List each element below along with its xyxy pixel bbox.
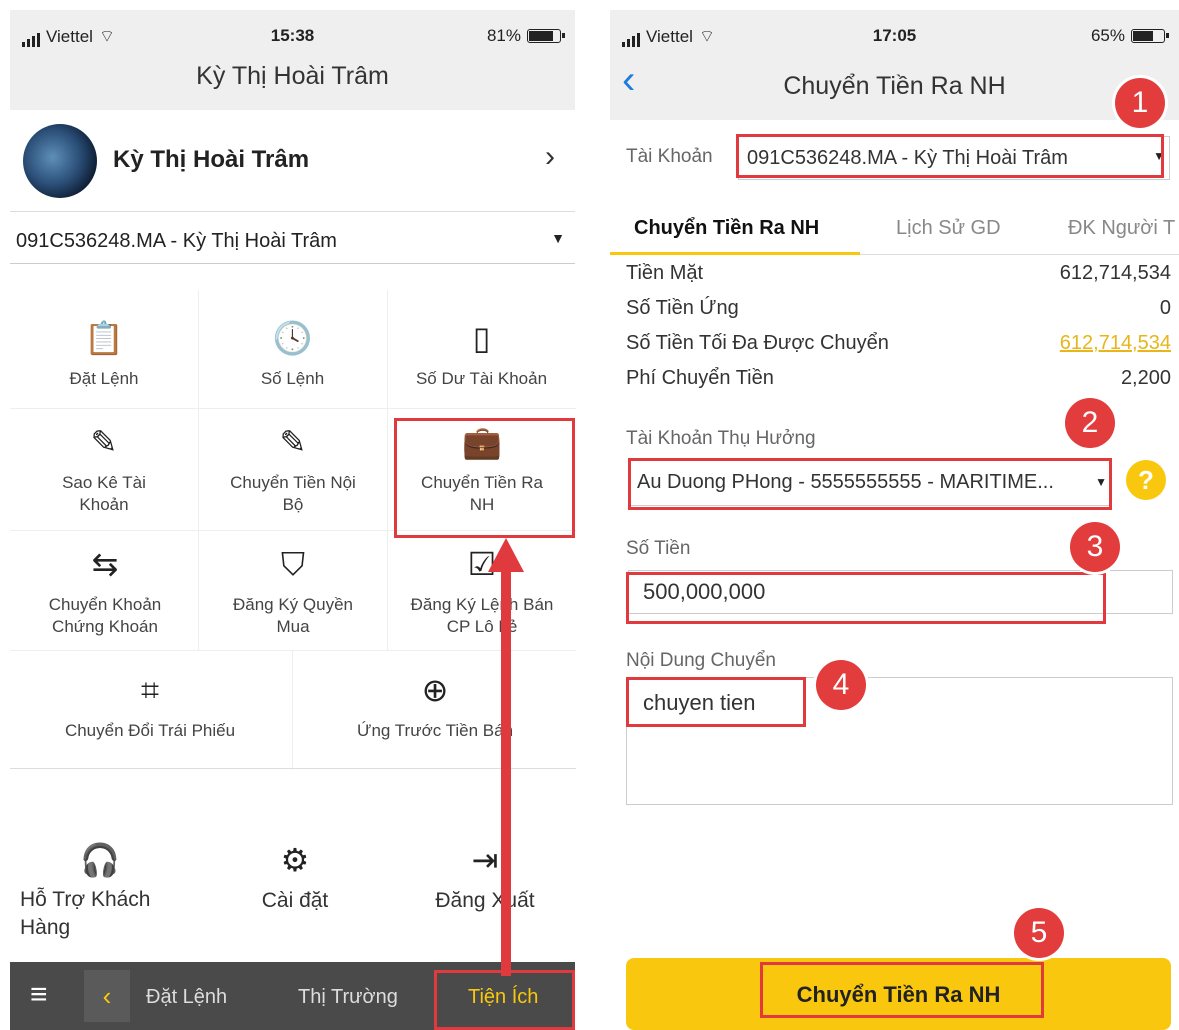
right-screen: Viettel ⌔ 17:05 65% ‹ Chuyển Tiền Ra NH … [610, 0, 1179, 1030]
info-label: Phí Chuyển Tiền [626, 367, 774, 389]
highlight-beneficiary [628, 458, 1112, 510]
step-badge-2: 2 [1065, 398, 1115, 448]
highlight-tien-ich [434, 970, 575, 1030]
highlight-submit [760, 962, 1044, 1018]
support-label: Hỗ Trợ Khách Hàng [20, 888, 151, 939]
header: Viettel ⌔ 15:38 81% Kỳ Thị Hoài Trâm [10, 10, 575, 110]
shield-check-icon: ⛉ [280, 546, 305, 582]
info-row: Phí Chuyển Tiền 2,200 [626, 367, 1171, 390]
info-value: 612,714,534 [1059, 262, 1171, 284]
menu-label: Chuyển Khoản Chứng Khoán [48, 595, 162, 636]
profile-name: Kỳ Thị Hoài Trâm [113, 146, 310, 173]
info-row: Tiền Mặt 612,714,534 [626, 262, 1171, 285]
clock-icon: 🕓 [272, 320, 313, 356]
status-bar: Viettel ⌔ 17:05 65% [610, 10, 1179, 60]
menu-label: Số Lệnh [260, 369, 325, 388]
menu-so-du-tai-khoan[interactable]: ▯ Số Dư Tài Khoản [387, 318, 576, 390]
info-label: Tiền Mặt [626, 262, 704, 284]
battery-percent: 81% [486, 26, 521, 45]
menu-label: Sao Kê Tài Khoản [62, 473, 146, 514]
chevron-right-icon: › [545, 140, 555, 173]
step-badge-1: 1 [1115, 78, 1165, 128]
tab-dk-nguoi-thu-huong[interactable]: ĐK Người T [1068, 217, 1175, 240]
menu-label: Chuyển Đổi Trái Phiếu [64, 721, 236, 740]
swap-icon: ⇆ [91, 546, 119, 582]
menu-dang-ky-quyen-mua[interactable]: ⛉ Đăng Ký Quyền Mua [218, 544, 368, 638]
menu-dat-lenh[interactable]: 📋 Đặt Lệnh [10, 318, 198, 390]
edit-icon: ✎ [279, 424, 307, 460]
page-title: Chuyển Tiền Ra NH [783, 72, 1006, 100]
tab-dat-lenh[interactable]: Đặt Lệnh [146, 986, 227, 1009]
menu-dang-ky-lenh-ban-cp-lo-le[interactable]: ☑ Đăng Ký Lệnh Bán CP Lô Lẻ [407, 544, 557, 638]
tab-thi-truong[interactable]: Thị Trường [298, 986, 398, 1009]
status-bar: Viettel ⌔ 15:38 81% [10, 10, 575, 60]
menu-label: Chuyển Tiền Nội Bộ [230, 473, 356, 514]
clipboard-check-icon: ☑ [467, 546, 497, 582]
edit-icon: ✎ [90, 424, 118, 460]
logout-button[interactable]: ⇥ Đăng Xuất [410, 840, 560, 912]
arrow-up-icon [488, 538, 524, 976]
page-title: Kỳ Thị Hoài Trâm [196, 62, 389, 90]
tab-bar: Chuyển Tiền Ra NH Lịch Sử GD ĐK Người T [610, 203, 1179, 255]
highlight-amount [626, 572, 1106, 624]
highlight-content [626, 677, 806, 727]
info-label: Số Tiền Tối Đa Được Chuyển [626, 332, 889, 354]
battery-percent: 65% [1090, 26, 1125, 45]
account-value: 091C536248.MA - Kỳ Thị Hoài Trâm [16, 230, 337, 252]
clipboard-icon: ▯ [472, 320, 491, 356]
info-row: Số Tiền Ứng 0 [626, 297, 1171, 320]
menu-sao-ke-tai-khoan[interactable]: ✎ Sao Kê Tài Khoản [48, 422, 160, 516]
menu-chuyen-tien-noi-bo[interactable]: ✎ Chuyển Tiền Nội Bộ [218, 422, 368, 516]
clipboard-check-icon: 📋 [84, 320, 124, 356]
settings-button[interactable]: ⚙ Cài đặt [220, 840, 370, 912]
crop-icon: ⌗ [140, 672, 160, 708]
avatar [23, 124, 97, 198]
settings-label: Cài đặt [261, 889, 329, 912]
gear-icon: ⚙ [280, 842, 310, 878]
info-value: 0 [1159, 297, 1171, 319]
support-button[interactable]: 🎧 Hỗ Trợ Khách Hàng [20, 840, 190, 942]
menu-label: Đặt Lệnh [69, 369, 139, 388]
battery-icon [1131, 29, 1169, 43]
menu-icon[interactable]: ≡ [30, 978, 48, 1012]
step-badge-4: 4 [816, 660, 866, 710]
account-label: Tài Khoản [626, 146, 713, 167]
chevron-left-icon[interactable]: ‹ [84, 970, 130, 1022]
menu-chuyen-doi-trai-phieu[interactable]: ⌗ Chuyển Đổi Trái Phiếu [30, 670, 270, 742]
info-label: Số Tiền Ứng [626, 297, 739, 319]
navbar: Viettel ⌔ 17:05 65% ‹ Chuyển Tiền Ra NH [610, 10, 1179, 120]
logout-icon: ⇥ [471, 842, 499, 878]
max-transfer-value[interactable]: 612,714,534 [1060, 332, 1171, 355]
highlight-account [736, 134, 1164, 178]
battery: 81% [486, 26, 565, 46]
account-select[interactable]: 091C536248.MA - Kỳ Thị Hoài Trâm ▼ [10, 218, 575, 264]
profile-row[interactable]: Kỳ Thị Hoài Trâm › [10, 112, 575, 212]
menu-chuyen-khoan-chung-khoan[interactable]: ⇆ Chuyển Khoản Chứng Khoán [30, 544, 180, 638]
menu-so-lenh[interactable]: 🕓 Số Lệnh [198, 318, 387, 390]
info-row: Số Tiền Tối Đa Được Chuyển 612,714,534 [626, 332, 1171, 355]
amount-label: Số Tiền [626, 538, 691, 559]
menu-label: Số Dư Tài Khoản [415, 369, 548, 388]
help-icon[interactable]: ? [1126, 460, 1166, 500]
tab-chuyen-tien-ra-nh[interactable]: Chuyển Tiền Ra NH [634, 217, 819, 240]
menu-label: Đăng Ký Quyền Mua [232, 595, 353, 636]
battery-icon [527, 29, 565, 43]
step-badge-5: 5 [1014, 908, 1064, 958]
battery: 65% [1090, 26, 1169, 46]
info-value: 2,200 [1120, 367, 1171, 389]
left-screen: Viettel ⌔ 15:38 81% Kỳ Thị Hoài Trâm Kỳ … [0, 0, 585, 1030]
menu-label: Đăng Ký Lệnh Bán CP Lô Lẻ [410, 595, 554, 636]
headset-icon: 🎧 [80, 842, 120, 878]
content-label: Nội Dung Chuyển [626, 650, 776, 671]
active-tab-indicator [610, 252, 860, 255]
highlight-chuyen-tien-ra-nh [394, 418, 575, 538]
tab-lich-su-gd[interactable]: Lịch Sử GD [896, 217, 1001, 240]
step-badge-3: 3 [1070, 522, 1120, 572]
dropdown-arrow-icon: ▼ [551, 230, 565, 246]
beneficiary-label: Tài Khoản Thụ Hưởng [626, 428, 816, 449]
